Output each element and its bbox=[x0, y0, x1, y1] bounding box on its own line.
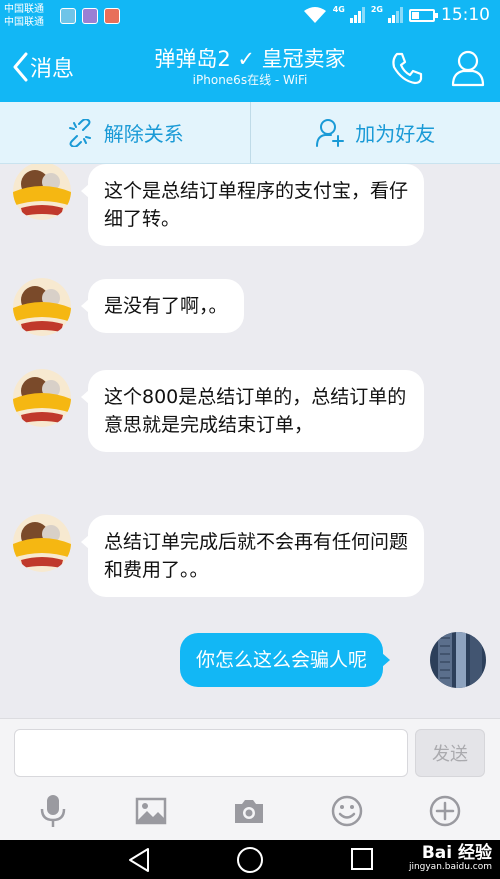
battery-fill bbox=[412, 11, 419, 19]
phone-icon bbox=[392, 52, 423, 85]
contact-avatar[interactable] bbox=[13, 369, 71, 427]
message-bubble[interactable]: 这个是总结订单程序的支付宝，看仔细了转。 bbox=[81, 164, 424, 246]
game-logo-avatar bbox=[13, 514, 71, 572]
camera-icon bbox=[235, 800, 263, 823]
triangle-back-icon bbox=[129, 848, 149, 872]
square-recents-icon bbox=[351, 848, 373, 870]
person-icon bbox=[451, 50, 485, 87]
signal-icon-2 bbox=[388, 7, 403, 23]
unlink-icon bbox=[68, 118, 91, 147]
voice-button[interactable] bbox=[35, 793, 71, 829]
emoji-button[interactable] bbox=[329, 793, 365, 829]
game-logo-avatar bbox=[13, 278, 71, 336]
contact-name: 弹弹岛2 ✓ 皇冠卖家 bbox=[154, 47, 346, 71]
composer-toolbar bbox=[0, 793, 500, 833]
smiley-icon bbox=[331, 795, 363, 827]
add-friend-label: 加为好友 bbox=[355, 122, 436, 146]
unfriend-label: 解除关系 bbox=[103, 122, 184, 146]
online-status: iPhone6s在线 - WiFi bbox=[192, 73, 308, 87]
weather-notification-icon bbox=[60, 8, 76, 24]
call-button[interactable] bbox=[390, 51, 424, 89]
notification-icons bbox=[60, 8, 120, 24]
network-type-2: 2G bbox=[370, 5, 383, 14]
status-bar: 中国联通 中国联通 4G 2G 15:10 bbox=[0, 0, 500, 34]
add-person-icon bbox=[316, 118, 345, 147]
contact-avatar[interactable] bbox=[13, 514, 71, 572]
game-logo-avatar bbox=[13, 164, 71, 220]
message-text: 你怎么这么会骗人呢 bbox=[196, 649, 368, 671]
unfriend-button[interactable]: 解除关系 bbox=[0, 102, 250, 163]
more-button[interactable] bbox=[427, 793, 463, 829]
nav-back-button[interactable] bbox=[127, 847, 151, 877]
back-button[interactable]: 消息 bbox=[12, 51, 74, 83]
message-bubble[interactable]: 是没有了啊，。 bbox=[81, 279, 244, 333]
system-navigation: Bai 经验 jingyan.baidu.com bbox=[0, 840, 500, 879]
plus-circle-icon bbox=[429, 795, 461, 827]
gallery-notification-icon bbox=[82, 8, 98, 24]
chat-header: 消息 弹弹岛2 ✓ 皇冠卖家 iPhone6s在线 - WiFi bbox=[0, 34, 500, 102]
profile-button[interactable] bbox=[450, 49, 486, 91]
nav-home-button[interactable] bbox=[236, 846, 264, 878]
own-message-bubble[interactable]: 你怎么这么会骗人呢 bbox=[180, 633, 391, 687]
message-text: 是没有了啊，。 bbox=[104, 295, 228, 317]
game-logo-avatar bbox=[13, 369, 71, 427]
back-label: 消息 bbox=[30, 57, 75, 82]
wifi-icon bbox=[303, 7, 326, 23]
relationship-actions: 解除关系 加为好友 bbox=[0, 102, 500, 164]
network-type-1: 4G bbox=[332, 5, 345, 14]
contact-avatar[interactable] bbox=[13, 278, 71, 336]
contact-avatar[interactable] bbox=[13, 164, 71, 220]
image-button[interactable] bbox=[133, 793, 169, 829]
message-list[interactable]: 这个是总结订单程序的支付宝，看仔细了转。 是没有了啊，。 这个800是总结订单的… bbox=[0, 164, 500, 718]
circle-home-icon bbox=[237, 847, 263, 873]
send-label: 发送 bbox=[432, 744, 468, 765]
composer: 发送 bbox=[0, 718, 500, 840]
carrier-2: 中国联通 bbox=[4, 17, 44, 28]
carrier-info: 中国联通 中国联通 bbox=[4, 3, 44, 29]
microphone-icon bbox=[40, 795, 66, 827]
send-button[interactable]: 发送 bbox=[415, 729, 485, 777]
self-avatar[interactable] bbox=[430, 632, 486, 688]
message-text: 总结订单完成后就不会再有任何问题和费用了。。 bbox=[104, 531, 409, 581]
message-text: 这个是总结订单程序的支付宝，看仔细了转。 bbox=[104, 180, 409, 230]
message-bubble[interactable]: 这个800是总结订单的，总结订单的意思就是完成结束订单， bbox=[81, 370, 424, 452]
nav-recents-button[interactable] bbox=[350, 847, 374, 875]
message-bubble[interactable]: 总结订单完成后就不会再有任何问题和费用了。。 bbox=[81, 515, 424, 597]
picture-icon bbox=[135, 797, 167, 825]
message-input[interactable] bbox=[14, 729, 408, 777]
title-block[interactable]: 弹弹岛2 ✓ 皇冠卖家 iPhone6s在线 - WiFi bbox=[110, 46, 390, 88]
building-photo-avatar bbox=[430, 632, 486, 688]
watermark-url: jingyan.baidu.com bbox=[408, 862, 492, 872]
clock: 15:10 bbox=[441, 5, 490, 25]
signal-icon bbox=[349, 7, 365, 23]
camera-button[interactable] bbox=[231, 793, 267, 829]
watermark-brand: Bai 经验 bbox=[421, 843, 492, 863]
app-notification-icon bbox=[104, 8, 120, 24]
carrier-1: 中国联通 bbox=[4, 4, 44, 15]
add-friend-button[interactable]: 加为好友 bbox=[251, 102, 500, 163]
watermark: Bai 经验 jingyan.baidu.com bbox=[409, 844, 492, 872]
chevron-left-icon bbox=[13, 52, 28, 82]
message-text: 这个800是总结订单的，总结订单的意思就是完成结束订单， bbox=[104, 386, 407, 436]
battery-icon bbox=[409, 8, 438, 22]
